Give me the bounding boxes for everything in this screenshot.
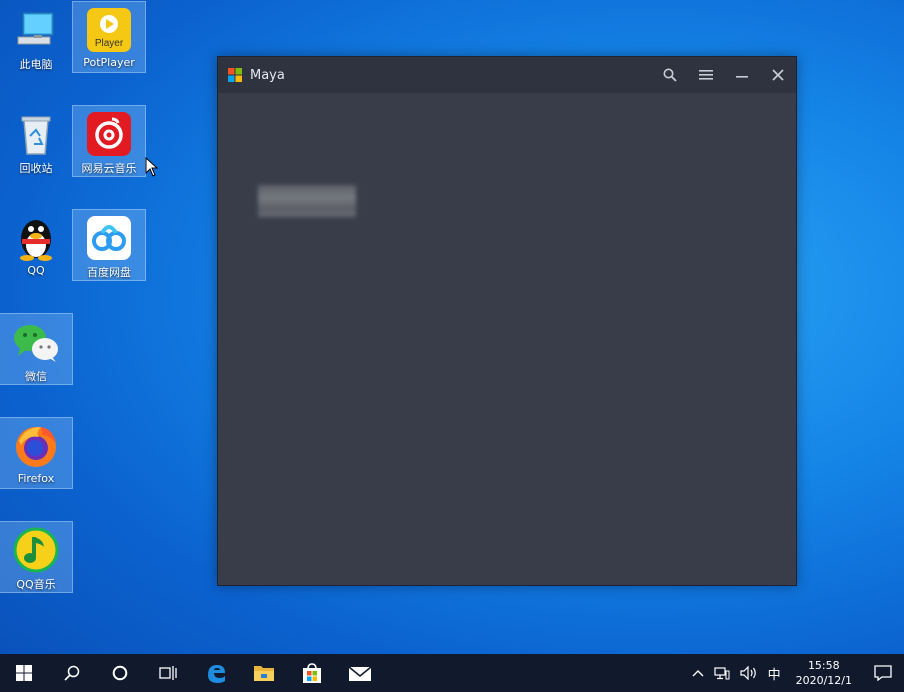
netease-music-icon xyxy=(85,110,133,158)
baidu-netdisk-icon xyxy=(85,214,133,262)
mail-button[interactable] xyxy=(336,654,384,692)
desktop-icon-baidu-netdisk[interactable]: 百度网盘 xyxy=(72,209,146,281)
search-icon xyxy=(64,665,80,681)
file-explorer-button[interactable] xyxy=(240,654,288,692)
recycle-bin-icon xyxy=(12,110,60,158)
desktop-icon-label: QQ音乐 xyxy=(16,578,56,591)
store-button[interactable] xyxy=(288,654,336,692)
desktop-icon-netease-music[interactable]: 网易云音乐 xyxy=(72,105,146,177)
file-explorer-icon xyxy=(254,666,274,681)
clock-time: 15:58 xyxy=(807,659,840,672)
store-icon xyxy=(303,663,321,683)
chevron-up-icon xyxy=(692,670,704,677)
desktop-icon-qq-music[interactable]: QQ音乐 xyxy=(0,521,73,593)
close-icon xyxy=(772,69,784,81)
window-titlebar[interactable]: Maya xyxy=(218,57,796,93)
desktop-icon-label: QQ xyxy=(27,264,45,277)
window-title: Maya xyxy=(250,67,285,83)
computer-icon xyxy=(12,6,60,54)
minimize-icon xyxy=(736,76,748,78)
mouse-cursor-icon xyxy=(145,157,159,177)
volume-button[interactable] xyxy=(735,654,763,692)
window-controls xyxy=(652,57,796,93)
mail-icon xyxy=(348,666,372,681)
desktop-icon-wechat[interactable]: 微信 xyxy=(0,313,73,385)
system-tray: 中 15:58 2020/12/1 xyxy=(687,654,904,692)
show-hidden-icons-button[interactable] xyxy=(687,654,709,692)
search-icon xyxy=(663,68,677,82)
desktop-icon-label: 回收站 xyxy=(19,162,53,175)
taskbar: 中 15:58 2020/12/1 xyxy=(0,654,904,692)
desktop-icon-qq[interactable]: QQ xyxy=(0,210,72,280)
notification-icon xyxy=(874,665,892,681)
cortana-icon xyxy=(112,665,128,681)
windows-start-icon xyxy=(16,665,32,681)
desktop-icon-label: PotPlayer xyxy=(83,56,135,69)
desktop-icon-recycle-bin[interactable]: 回收站 xyxy=(0,106,72,176)
desktop-icon-potplayer[interactable]: Player PotPlayer xyxy=(72,1,146,73)
desktop-icon-label: 百度网盘 xyxy=(87,266,131,279)
desktop-icon-label: 微信 xyxy=(25,370,47,383)
search-button[interactable] xyxy=(652,57,688,93)
minimize-button[interactable] xyxy=(724,57,760,93)
windows-logo-icon xyxy=(228,68,242,82)
blurred-content xyxy=(258,185,356,217)
desktop-icon-label: 网易云音乐 xyxy=(81,162,137,175)
potplayer-badge-text: Player xyxy=(95,38,124,49)
clock-date: 2020/12/1 xyxy=(795,674,852,687)
desktop-icon-label: Firefox xyxy=(17,472,55,485)
task-view-icon xyxy=(159,666,177,680)
volume-icon xyxy=(739,666,756,680)
taskbar-search-button[interactable] xyxy=(48,654,96,692)
network-icon xyxy=(713,667,730,680)
network-button[interactable] xyxy=(709,654,735,692)
close-button[interactable] xyxy=(760,57,796,93)
menu-icon xyxy=(699,70,713,80)
desktop-icon-this-pc[interactable]: 此电脑 xyxy=(0,2,72,72)
ime-indicator[interactable]: 中 xyxy=(763,654,786,692)
wechat-icon xyxy=(12,318,60,366)
firefox-icon xyxy=(12,422,60,470)
desktop-icon-label: 此电脑 xyxy=(19,58,53,71)
clock[interactable]: 15:58 2020/12/1 xyxy=(786,654,862,692)
maya-window[interactable]: Maya xyxy=(217,56,797,586)
menu-button[interactable] xyxy=(688,57,724,93)
action-center-button[interactable] xyxy=(862,654,904,692)
potplayer-icon: Player xyxy=(85,6,133,54)
task-view-button[interactable] xyxy=(144,654,192,692)
start-button[interactable] xyxy=(0,654,48,692)
desktop-icon-firefox[interactable]: Firefox xyxy=(0,417,73,489)
cortana-button[interactable] xyxy=(96,654,144,692)
edge-icon xyxy=(208,665,225,683)
qq-penguin-icon xyxy=(12,214,60,262)
qq-music-icon xyxy=(12,526,60,574)
edge-button[interactable] xyxy=(192,654,240,692)
